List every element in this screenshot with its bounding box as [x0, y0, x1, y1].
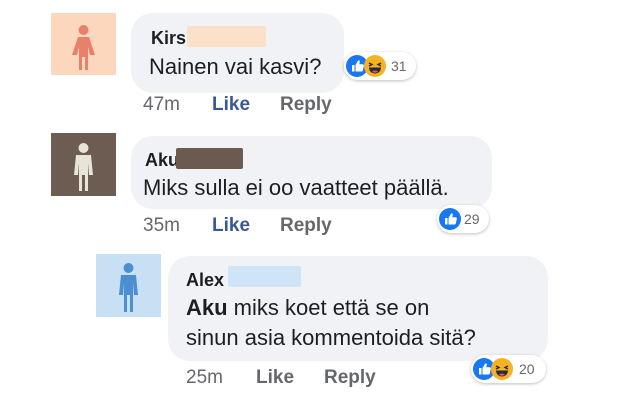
comment-text: Nainen vai kasvi? [149, 54, 322, 79]
reply-button[interactable]: Reply [324, 367, 376, 389]
haha-reaction-icon [364, 55, 386, 77]
reply-actions: 25m Like Reply [186, 367, 406, 389]
male-figure-icon [119, 263, 138, 312]
reply-text-line1: Aku miks koet että se on [186, 293, 429, 323]
male-figure-icon [74, 143, 93, 191]
haha-reaction-icon [491, 358, 513, 380]
reply-text-line2: sinun asia kommentoida sitä? [186, 325, 476, 350]
avatar-alex[interactable] [96, 254, 161, 317]
mention-aku[interactable]: Aku [186, 295, 228, 320]
like-button[interactable]: Like [212, 215, 250, 237]
redacted-surname [228, 266, 301, 287]
comment-text: Miks sulla ei oo vaatteet päällä. [143, 175, 449, 200]
reaction-summary[interactable]: 29 [437, 205, 489, 233]
like-button[interactable]: Like [256, 367, 294, 389]
reply-text: miks koet että se on [227, 295, 430, 320]
redacted-surname [187, 26, 266, 47]
reaction-count: 20 [519, 361, 535, 377]
reply-author[interactable]: Alex [186, 270, 224, 290]
comment-timestamp[interactable]: 35m [143, 215, 180, 237]
comment-author[interactable]: Aku [145, 150, 179, 170]
comment-timestamp[interactable]: 47m [143, 94, 180, 116]
reaction-count: 31 [391, 58, 407, 74]
reaction-count: 29 [464, 211, 480, 227]
reply-timestamp[interactable]: 25m [186, 367, 223, 389]
reply-button[interactable]: Reply [280, 215, 332, 237]
avatar-kirsi[interactable] [51, 13, 116, 75]
like-reaction-icon [439, 208, 461, 230]
avatar-aku[interactable] [51, 133, 116, 196]
female-figure-icon [72, 25, 95, 70]
comment-actions: 47m Like Reply [143, 94, 363, 116]
comment-actions: 35m Like Reply [143, 215, 363, 237]
reaction-summary[interactable]: 20 [471, 355, 546, 383]
like-button[interactable]: Like [212, 94, 250, 116]
reaction-summary[interactable]: 31 [344, 52, 416, 80]
reply-button[interactable]: Reply [280, 94, 332, 116]
redacted-surname [176, 148, 243, 169]
comment-author[interactable]: Kirsi [151, 28, 191, 48]
